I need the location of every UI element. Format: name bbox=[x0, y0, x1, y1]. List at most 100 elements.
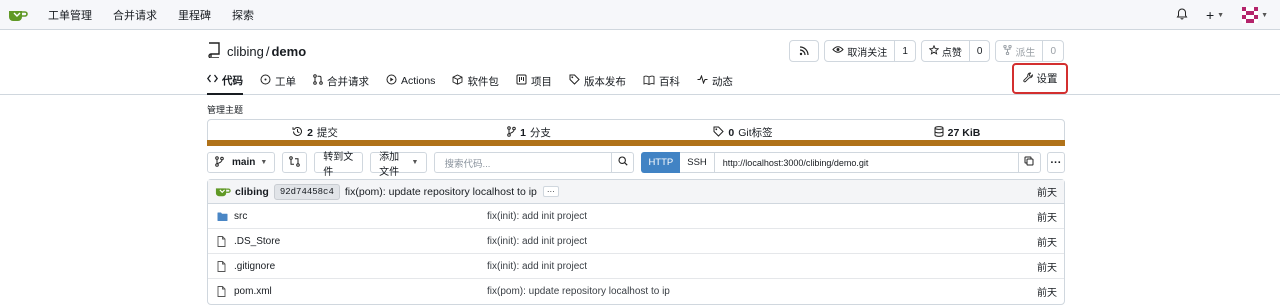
branch-icon bbox=[507, 125, 516, 140]
tab-actions-label: Actions bbox=[401, 75, 436, 87]
file-name[interactable]: pom.xml bbox=[234, 286, 488, 297]
file-row[interactable]: .DS_Store fix(init): add init project 前天 bbox=[208, 229, 1064, 254]
commit-sha[interactable]: 92d74458c4 bbox=[273, 183, 340, 200]
tab-activity[interactable]: 动态 bbox=[697, 71, 733, 95]
tab-actions[interactable]: Actions bbox=[386, 71, 435, 95]
star-icon bbox=[928, 44, 940, 58]
star-count[interactable]: 0 bbox=[968, 41, 990, 61]
nav-issues[interactable]: 工单管理 bbox=[48, 7, 92, 23]
expand-commit-button[interactable]: ··· bbox=[542, 186, 559, 197]
tab-code-label: 代码 bbox=[222, 74, 243, 87]
notification-bell-icon[interactable] bbox=[1176, 7, 1188, 23]
tab-pulls-label: 合并请求 bbox=[327, 75, 369, 88]
latest-commit-row: clibing 92d74458c4 fix(pom): update repo… bbox=[208, 180, 1064, 204]
create-menu-button[interactable]: + ▼ bbox=[1206, 7, 1224, 23]
clone-url-field[interactable]: http://localhost:3000/clibing/demo.git bbox=[714, 152, 1019, 173]
clone-panel: HTTP SSH http://localhost:3000/clibing/d… bbox=[641, 152, 1041, 173]
tab-releases[interactable]: 版本发布 bbox=[569, 71, 626, 95]
file-time: 前天 bbox=[1037, 288, 1057, 299]
repo-owner-link[interactable]: clibing bbox=[227, 44, 264, 59]
tags-label: Git标签 bbox=[738, 127, 773, 139]
tag-icon bbox=[713, 126, 725, 140]
size-stat: 27 KiB bbox=[850, 125, 1064, 140]
search-button[interactable] bbox=[611, 152, 635, 173]
repo-actions: 取消关注 1 点赞 0 派生 0 bbox=[789, 40, 1064, 62]
file-commit-message[interactable]: fix(pom): update repository localhost to… bbox=[487, 286, 670, 297]
branch-name: main bbox=[232, 157, 256, 168]
repo-name-link[interactable]: demo bbox=[271, 44, 306, 59]
commit-author[interactable]: clibing bbox=[235, 186, 269, 198]
file-row[interactable]: src fix(init): add init project 前天 bbox=[208, 204, 1064, 229]
tags-stat[interactable]: 0 Git标签 bbox=[636, 125, 850, 140]
repo-size: 27 KiB bbox=[947, 126, 981, 139]
nav-explore[interactable]: 探索 bbox=[232, 7, 254, 23]
unwatch-button[interactable]: 取消关注 1 bbox=[824, 40, 916, 62]
star-label: 点赞 bbox=[941, 47, 962, 59]
file-time: 前天 bbox=[1037, 237, 1057, 249]
branch-selector[interactable]: main ▼ bbox=[207, 152, 276, 173]
file-commit-message[interactable]: fix(init): add init project bbox=[487, 236, 587, 247]
file-icon bbox=[217, 260, 228, 272]
file-name[interactable]: src bbox=[234, 211, 488, 222]
database-icon bbox=[934, 125, 944, 140]
nav-pulls[interactable]: 合并请求 bbox=[113, 7, 157, 23]
add-file-button[interactable]: 添加文件 ▼ bbox=[370, 152, 428, 178]
commit-message[interactable]: fix(pom): update repository localhost to… bbox=[345, 186, 537, 198]
tab-pulls[interactable]: 合并请求 bbox=[313, 71, 369, 95]
branch-icon bbox=[215, 155, 224, 170]
copy-icon bbox=[1024, 156, 1034, 169]
pull-request-icon bbox=[313, 74, 323, 88]
commits-count: 2 bbox=[307, 126, 313, 139]
commits-stat[interactable]: 2 提交 bbox=[208, 125, 422, 140]
file-table: clibing 92d74458c4 fix(pom): update repo… bbox=[207, 179, 1065, 305]
star-button[interactable]: 点赞 0 bbox=[920, 40, 991, 62]
gitea-logo[interactable] bbox=[8, 8, 28, 22]
add-file-label: 添加文件 bbox=[379, 151, 400, 178]
fork-button[interactable]: 派生 0 bbox=[995, 40, 1064, 62]
unwatch-label: 取消关注 bbox=[847, 47, 888, 59]
commit-time: 前天 bbox=[1037, 188, 1057, 199]
tab-packages[interactable]: 软件包 bbox=[452, 71, 499, 95]
clone-ssh-button[interactable]: SSH bbox=[680, 152, 715, 173]
repo-title: clibing / demo bbox=[207, 42, 306, 61]
author-avatar[interactable] bbox=[215, 186, 231, 197]
user-avatar-menu[interactable]: ▼ bbox=[1242, 7, 1268, 23]
clone-http-button[interactable]: HTTP bbox=[641, 152, 681, 173]
repo-toolbar: main ▼ 转到文件 添加文件 ▼ 搜索代码... HTTP SSH http… bbox=[207, 152, 1065, 178]
goto-file-button[interactable]: 转到文件 bbox=[314, 152, 364, 178]
top-navbar: 工单管理 合并请求 里程碑 探索 + ▼ ▼ bbox=[0, 0, 1280, 30]
fork-label: 派生 bbox=[1015, 47, 1036, 59]
file-time: 前天 bbox=[1037, 262, 1057, 274]
code-search-input[interactable]: 搜索代码... bbox=[434, 152, 612, 173]
compare-icon bbox=[289, 155, 301, 170]
nav-milestones[interactable]: 里程碑 bbox=[178, 7, 211, 23]
file-name[interactable]: .gitignore bbox=[234, 261, 488, 272]
copy-url-button[interactable] bbox=[1018, 152, 1041, 173]
language-bar bbox=[207, 140, 1065, 146]
repo-tabs: 代码 工单 合并请求 Actions 软件包 项目 版本发布 百科 动态 bbox=[206, 71, 750, 95]
tab-wiki[interactable]: 百科 bbox=[643, 71, 680, 95]
file-commit-message[interactable]: fix(init): add init project bbox=[487, 261, 587, 272]
tab-issues[interactable]: 工单 bbox=[260, 71, 296, 95]
file-row[interactable]: pom.xml fix(pom): update repository loca… bbox=[208, 279, 1064, 304]
manage-topics-link[interactable]: 管理主题 bbox=[207, 103, 243, 116]
eye-icon bbox=[832, 45, 844, 57]
fork-count[interactable]: 0 bbox=[1042, 41, 1063, 61]
fork-icon bbox=[1003, 44, 1013, 58]
tab-packages-label: 软件包 bbox=[467, 75, 499, 88]
file-time: 前天 bbox=[1037, 212, 1057, 224]
file-name[interactable]: .DS_Store bbox=[234, 236, 488, 247]
rss-button[interactable] bbox=[789, 40, 820, 62]
file-commit-message[interactable]: fix(init): add init project bbox=[487, 211, 587, 222]
chevron-down-icon: ▼ bbox=[1217, 11, 1225, 19]
compare-button[interactable] bbox=[282, 152, 308, 173]
more-options-button[interactable]: ··· bbox=[1046, 152, 1065, 173]
code-icon bbox=[206, 74, 219, 86]
branches-stat[interactable]: 1 分支 bbox=[422, 125, 636, 140]
file-row[interactable]: .gitignore fix(init): add init project 前… bbox=[208, 254, 1064, 279]
watch-count[interactable]: 1 bbox=[894, 41, 915, 61]
file-icon bbox=[217, 286, 228, 297]
tab-code[interactable]: 代码 bbox=[206, 71, 243, 95]
tab-settings[interactable]: 设置 bbox=[1012, 63, 1068, 94]
tab-projects[interactable]: 项目 bbox=[516, 71, 552, 95]
